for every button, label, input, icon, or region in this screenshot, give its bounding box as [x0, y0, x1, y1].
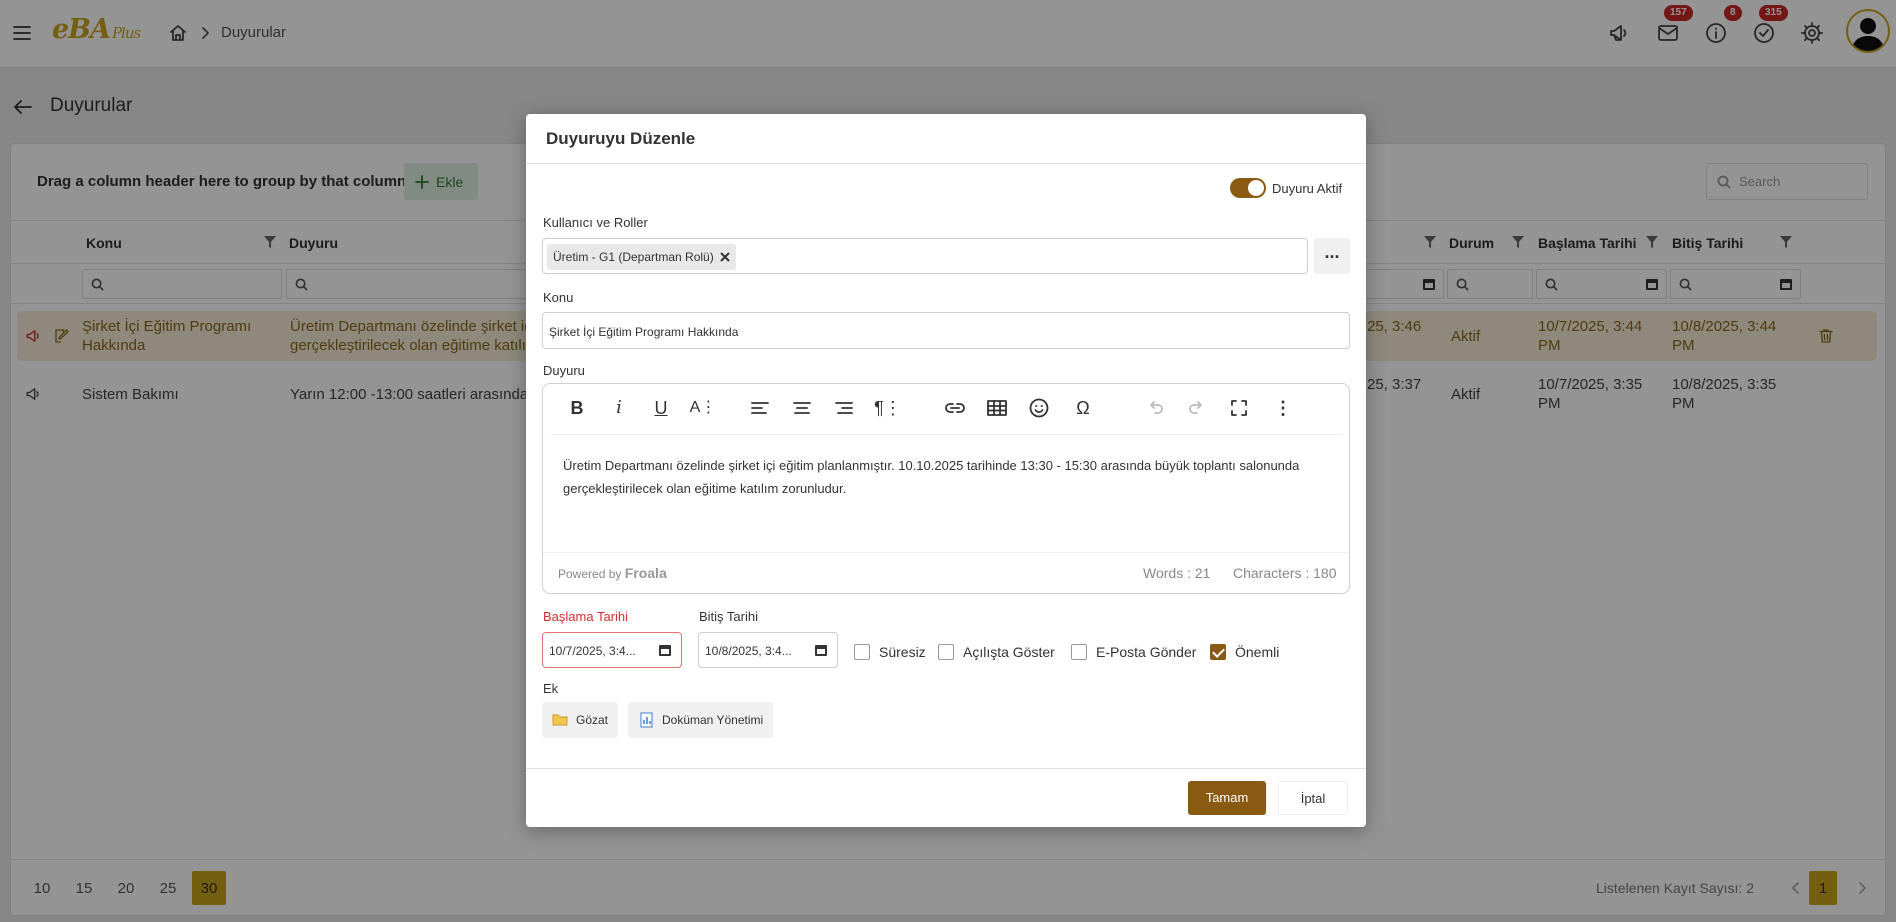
- start-date-label: Başlama Tarihi: [543, 609, 629, 624]
- italic-icon[interactable]: i: [605, 396, 633, 420]
- checkbox-box[interactable]: [854, 644, 870, 660]
- calendar-icon[interactable]: [813, 642, 829, 658]
- checkbox-box[interactable]: [1071, 644, 1087, 660]
- emoji-icon[interactable]: [1027, 396, 1055, 420]
- browse-label: Gözat: [576, 713, 609, 727]
- cancel-button[interactable]: İptal: [1278, 781, 1348, 815]
- edit-announcement-dialog: Duyuruyu Düzenle Duyuru Aktif Kullanıcı …: [526, 114, 1366, 827]
- active-toggle[interactable]: [1230, 178, 1266, 198]
- konu-value: Şirket İçi Eğitim Programı Hakkında: [549, 325, 739, 339]
- end-date-value: 10/8/2025, 3:4...: [705, 644, 792, 658]
- start-date-input[interactable]: 10/7/2025, 3:4...: [542, 632, 682, 668]
- checkbox-acilista-goster[interactable]: Açılışta Göster: [938, 644, 1055, 660]
- align-right-icon[interactable]: [832, 396, 860, 420]
- ok-button[interactable]: Tamam: [1188, 781, 1266, 815]
- chip-remove-icon[interactable]: [720, 252, 730, 262]
- document-chart-icon: [638, 712, 654, 728]
- undo-icon[interactable]: [1143, 396, 1171, 420]
- checkbox-box[interactable]: [938, 644, 954, 660]
- divider: [526, 768, 1366, 769]
- checkbox-onemli[interactable]: Önemli: [1210, 644, 1279, 660]
- align-left-icon[interactable]: [748, 396, 776, 420]
- froala-logo[interactable]: Froala: [625, 565, 667, 581]
- checkbox-label: Süresiz: [879, 644, 926, 660]
- user-role-chip: Üretim - G1 (Departman Rolü): [547, 244, 736, 270]
- start-date-value: 10/7/2025, 3:4...: [549, 644, 636, 658]
- users-roles-field[interactable]: Üretim - G1 (Departman Rolü): [542, 238, 1308, 274]
- underline-icon[interactable]: U: [647, 396, 675, 420]
- dialog-title: Duyuruyu Düzenle: [546, 129, 696, 148]
- checkbox-label: Açılışta Göster: [963, 644, 1055, 660]
- special-characters-icon[interactable]: Ω: [1069, 396, 1097, 420]
- document-management-button[interactable]: Doküman Yönetimi: [628, 702, 774, 738]
- divider: [551, 434, 1343, 435]
- active-toggle-label: Duyuru Aktif: [1272, 181, 1343, 196]
- browse-button[interactable]: Gözat: [542, 702, 619, 738]
- more-tools-icon[interactable]: ⋮: [1269, 396, 1297, 420]
- divider: [526, 163, 1366, 164]
- document-management-label: Doküman Yönetimi: [662, 713, 764, 727]
- word-count: Words : 21: [1143, 565, 1211, 581]
- konu-input[interactable]: Şirket İçi Eğitim Programı Hakkında: [542, 312, 1350, 349]
- checkbox-eposta-gonder[interactable]: E-Posta Gönder: [1071, 644, 1196, 660]
- editor-content[interactable]: Üretim Departmanı özelinde şirket içi eğ…: [563, 454, 1333, 500]
- calendar-icon[interactable]: [657, 642, 673, 658]
- attachment-label: Ek: [543, 681, 559, 696]
- align-center-icon[interactable]: [790, 396, 818, 420]
- fullscreen-icon[interactable]: [1227, 396, 1255, 420]
- redo-icon[interactable]: [1185, 396, 1213, 420]
- character-count: Characters : 180: [1233, 565, 1337, 581]
- editor-footer: Powered by Froala Words : 21 Characters …: [543, 552, 1349, 594]
- powered-by-text: Powered by: [558, 567, 622, 581]
- checkbox-box-checked[interactable]: [1210, 644, 1226, 660]
- link-icon[interactable]: [943, 396, 971, 420]
- powered-by-label: Powered by Froala: [558, 565, 667, 581]
- checkbox-suresiz[interactable]: Süresiz: [854, 644, 926, 660]
- paragraph-format-icon[interactable]: ¶⋮: [874, 396, 902, 420]
- duyuru-label: Duyuru: [543, 363, 585, 378]
- chip-label: Üretim - G1 (Departman Rolü): [553, 250, 714, 264]
- font-size-icon[interactable]: A⋮: [689, 396, 717, 420]
- end-date-input[interactable]: 10/8/2025, 3:4...: [698, 632, 838, 668]
- konu-label: Konu: [543, 290, 574, 305]
- end-date-label: Bitiş Tarihi: [699, 609, 759, 624]
- checkbox-label: E-Posta Gönder: [1096, 644, 1197, 660]
- more-options-button[interactable]: ...: [1314, 238, 1350, 274]
- folder-icon: [552, 712, 568, 728]
- users-roles-label: Kullanıcı ve Roller: [543, 215, 648, 230]
- checkbox-label: Önemli: [1235, 644, 1280, 660]
- rich-text-editor[interactable]: B i U A⋮ ¶⋮ Ω ⋮ Üretim Departmanı özelin…: [542, 383, 1350, 594]
- table-icon[interactable]: [985, 396, 1013, 420]
- bold-icon[interactable]: B: [563, 396, 591, 420]
